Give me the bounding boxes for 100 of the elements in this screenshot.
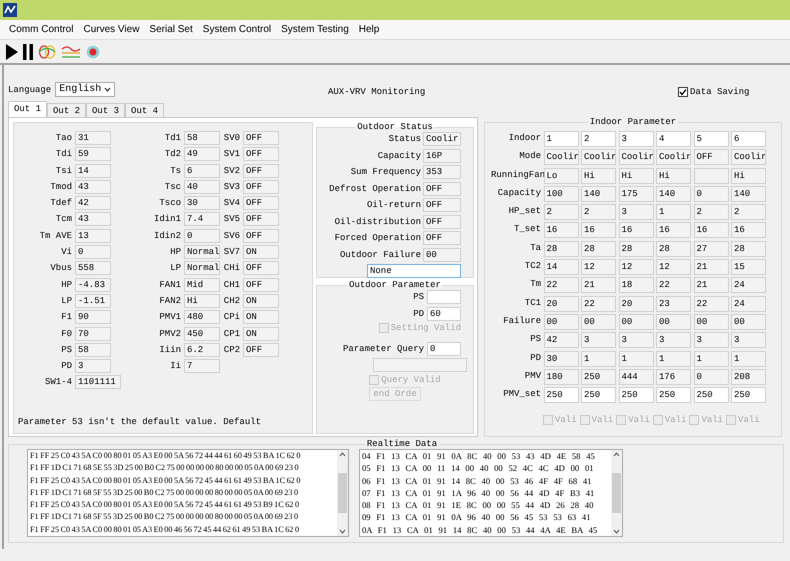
field-label: SV1: [222, 148, 240, 162]
input-field[interactable]: 250: [731, 387, 766, 404]
value-field: 13: [75, 228, 111, 243]
value-field: 7.4: [184, 212, 220, 226]
value-field: 140: [731, 186, 766, 202]
value-field: 3: [731, 332, 766, 348]
field-label: PS: [529, 333, 541, 346]
value-field: 00: [544, 314, 578, 330]
input-field[interactable]: 3: [618, 131, 654, 147]
value-field: OFF: [243, 228, 279, 243]
menu-item[interactable]: Comm Control: [4, 24, 78, 35]
value-field: 30: [544, 350, 578, 367]
value-field: 27: [694, 240, 728, 257]
value-field: 0: [694, 368, 728, 385]
menu-item[interactable]: Serial Set: [144, 24, 198, 35]
value-field: 176: [656, 368, 691, 385]
value-field: 444: [618, 368, 654, 385]
field-label: Tm: [529, 278, 541, 292]
value-field: -4.83: [75, 278, 111, 292]
scrollbar[interactable]: [337, 450, 348, 536]
value-field: OFF: [423, 198, 461, 212]
value-field: OFF: [694, 149, 728, 166]
curves-icon[interactable]: [38, 44, 56, 58]
pause-icon[interactable]: [23, 44, 33, 60]
app-icon: [3, 3, 17, 17]
menu-item[interactable]: System Testing: [276, 24, 354, 35]
input-field[interactable]: 1: [544, 131, 578, 147]
play-icon[interactable]: [6, 44, 18, 60]
hex-line: 05 F1 13 CA 00 11 14 00 40 00 52 4C 4C 4D 00 01: [362, 462, 595, 475]
field-label: Capacity: [376, 150, 421, 162]
hex-line: F1 FF 1D C1 71 68 5E 55 3D 25 00 B0 C2 75 00 00 00 00 80 00 00 05 0A 00 69 23 0: [30, 462, 300, 474]
value-field: 28: [544, 240, 578, 257]
input-field[interactable]: 60: [427, 306, 461, 320]
field-label: SW1-4: [44, 376, 72, 390]
input-field[interactable]: 6: [731, 131, 766, 147]
value-field: 20: [544, 296, 578, 312]
scrollbar[interactable]: [611, 450, 622, 536]
value-field: Normal: [184, 261, 220, 276]
tab[interactable]: Out 4: [125, 103, 164, 117]
input-field[interactable]: 250: [581, 387, 616, 404]
value-field: 24: [731, 296, 766, 312]
hex-line: 07 F1 13 CA 01 91 1A 96 40 00 56 44 4D 4F B3 41: [362, 486, 596, 500]
field-label: Ts: [169, 164, 181, 178]
tab[interactable]: Out 2: [47, 103, 86, 117]
value-field: 6: [184, 164, 220, 178]
value-field: 12: [656, 259, 691, 276]
value-field: 90: [75, 310, 111, 324]
value-field: 3: [656, 332, 691, 348]
value-field: 16: [618, 222, 654, 238]
input-field[interactable]: 250: [694, 387, 728, 404]
value-field: Coolir: [423, 132, 461, 146]
menu-item[interactable]: System Control: [198, 24, 276, 35]
tab[interactable]: Out 3: [86, 103, 126, 117]
value-field: 3: [694, 332, 728, 348]
field-label: CP2: [222, 344, 240, 357]
input-field[interactable]: 250: [618, 387, 654, 404]
wave-icon[interactable]: [61, 44, 81, 58]
checkbox[interactable]: Data Saving: [678, 87, 750, 97]
scroll-up-icon[interactable]: [339, 452, 346, 457]
menu-item[interactable]: Help: [354, 24, 384, 35]
field-label: Idin1: [152, 213, 181, 226]
input-field[interactable]: 0: [427, 342, 461, 356]
value-field: 250: [581, 368, 616, 385]
value-field: 0: [184, 228, 220, 243]
input-field[interactable]: 5: [694, 131, 728, 147]
value-field: 0: [694, 186, 728, 202]
value-field: OFF: [243, 147, 279, 162]
input-field[interactable]: 250: [656, 387, 691, 404]
input-field[interactable]: 2: [581, 131, 616, 147]
group-title: Outdoor Parameter: [348, 280, 442, 290]
field-label: T_set: [512, 223, 541, 236]
field-label: PMV_set: [502, 388, 541, 402]
value-field: 1101111: [75, 375, 121, 390]
value-field: 450: [184, 326, 220, 341]
field-label: Mode: [518, 150, 541, 164]
failure-field[interactable]: None: [367, 264, 461, 278]
input-field[interactable]: 4: [656, 131, 691, 147]
tab[interactable]: Out 1: [8, 101, 48, 117]
field-label: LP: [169, 262, 181, 276]
value-field: Hi: [618, 168, 654, 184]
hex-log-field[interactable]: [359, 449, 623, 537]
menu-item[interactable]: Curves View: [78, 24, 144, 35]
value-field: 00: [731, 314, 766, 330]
value-field: 43: [75, 212, 111, 226]
value-field: 1: [656, 350, 691, 367]
value-field: 21: [581, 277, 616, 294]
hex-log-field[interactable]: [27, 449, 349, 537]
scroll-down-icon[interactable]: [613, 529, 620, 534]
language-dropdown[interactable]: English: [55, 82, 116, 97]
value-field: 14: [75, 164, 111, 178]
value-field: 30: [184, 196, 220, 210]
scroll-down-icon[interactable]: [339, 529, 346, 534]
value-field: ON: [243, 294, 279, 308]
value-field: 100: [544, 186, 578, 202]
record-icon[interactable]: [86, 44, 100, 58]
field-label: Oil-return: [366, 199, 421, 212]
input-field[interactable]: [427, 290, 461, 304]
scroll-up-icon[interactable]: [613, 452, 620, 457]
value-field: 1: [731, 350, 766, 367]
input-field[interactable]: 250: [544, 387, 578, 404]
